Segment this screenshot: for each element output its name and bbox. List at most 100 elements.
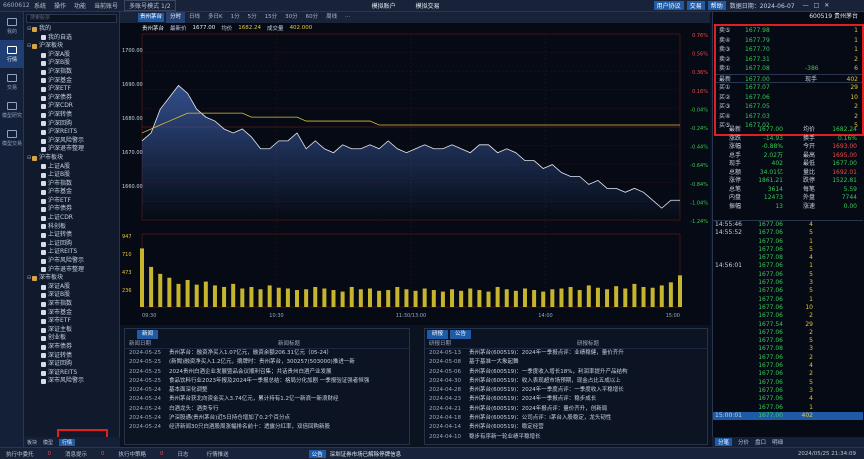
tree-item[interactable]: 上证B股 — [24, 171, 119, 180]
tab-period[interactable]: 日线 — [185, 12, 204, 23]
tree-item[interactable]: 科创板 — [24, 223, 119, 232]
tab-quote[interactable]: 行情 — [59, 438, 76, 446]
list-item[interactable]: 2024-05-25 (新聞)融资净买入1.2亿元，摘牌时：贵州茅台，300257… — [125, 358, 409, 367]
tab-period[interactable]: 30分 — [281, 12, 302, 23]
close-icon[interactable]: ✕ — [824, 2, 829, 9]
item-title[interactable]: 贵州茅台(600519)：2024年报点评：量价齐升，创新局 — [469, 405, 707, 414]
tree-item[interactable]: 沪深基金 — [24, 77, 119, 86]
help-button[interactable]: 帮助 — [707, 1, 726, 10]
tab-period[interactable]: 60分 — [302, 12, 323, 23]
item-title[interactable]: 贵州茅台(600519)：2024年一季报点评：业绩稳健，量价齐升 — [469, 349, 707, 358]
order-level[interactable]: 买④ 1677.03 2 — [716, 112, 862, 122]
item-title[interactable]: 食品饮料行业2023年报及2024年一季报总结：格局分化加剧 一季报验证强者恒强 — [169, 377, 409, 386]
tab-period[interactable]: 15分 — [261, 12, 282, 23]
tree-item[interactable]: 沪深转债 — [24, 111, 119, 120]
tree-item[interactable]: 深市ETF — [24, 317, 119, 326]
tree-item[interactable]: 深市基金 — [24, 309, 119, 318]
tick-row[interactable]: 1677.06 3 — [713, 279, 863, 287]
list-item[interactable]: 2024-05-13 贵州茅台(600519)：2024年一季报点评：业绩稳健，量… — [425, 349, 707, 358]
tab-period[interactable]: 多日K — [204, 12, 227, 23]
tab-period[interactable]: 5分 — [244, 12, 261, 23]
tick-row[interactable]: 1677.06 2 — [713, 354, 863, 362]
tick-row[interactable]: 1677.06 4 — [713, 395, 863, 403]
item-title[interactable]: 基于基准一大象起舞 — [469, 358, 707, 367]
status-msg-label[interactable]: 消息提示 — [65, 450, 87, 458]
tick-row[interactable]: 1677.06 2 — [713, 370, 863, 378]
tree-item[interactable]: 上证A股 — [24, 163, 119, 172]
tab-period[interactable]: 分时 — [166, 12, 186, 23]
tree-item[interactable]: 沪市债券 — [24, 205, 119, 214]
item-title[interactable]: 稳步有序新一轮业绩平稳增长 — [469, 433, 707, 442]
tick-row[interactable]: 1677.08 3 — [713, 345, 863, 353]
tab-quote-detail[interactable]: 明细 — [772, 438, 783, 446]
list-item[interactable]: 2024-05-24 基本面深化调整 — [125, 386, 409, 395]
sim-trade-tab[interactable]: 模拟交易 — [416, 1, 440, 10]
item-title[interactable]: 经济新闻30只白酒股周涨幅排名前十：透露分红率，双倍回购新股 — [169, 423, 409, 432]
status-orders-label[interactable]: 执行中委托 — [0, 450, 34, 458]
tick-row[interactable]: 14:55:52 1677.06 5 — [713, 229, 863, 237]
list-item[interactable]: 2024-05-24 贵州茅台获北向资金买入3.74亿元，累计持有1.2亿一新浪一… — [125, 395, 409, 404]
tick-row[interactable]: 15:00:01 1677.00 402 — [713, 411, 863, 421]
tree-item[interactable]: 沪深回购 — [24, 120, 119, 129]
item-title[interactable]: 贵州茅台(600519)：2024年一季度点评：一季度收入平稳增长 — [469, 386, 707, 395]
order-level[interactable]: 卖① 1677.08 -386 6 — [716, 64, 862, 74]
tick-row[interactable]: 1677.06 5 — [713, 246, 863, 254]
stock-name-button[interactable]: 贵州茅台 — [138, 13, 164, 22]
item-title[interactable]: (新聞)融资净买入1.2亿元，摘牌时：贵州茅台，300257(503000)推进… — [169, 358, 409, 367]
tick-row[interactable]: 1677.06 4 — [713, 362, 863, 370]
tree-item[interactable]: 上证REITS — [24, 248, 119, 257]
tab-period[interactable]: 1分 — [227, 12, 244, 23]
order-level[interactable]: 卖⑤ 1677.98 1 — [716, 26, 862, 36]
tree-item[interactable]: ⊟ 我的 — [24, 25, 119, 34]
item-title[interactable]: 白酒龙头：酒类专行 — [169, 405, 409, 414]
tree-item[interactable]: 深市指数 — [24, 300, 119, 309]
menu-function[interactable]: 功能 — [70, 1, 90, 10]
tree-item[interactable]: 沪深ETF — [24, 85, 119, 94]
announcement-tab[interactable]: 公告 — [450, 330, 472, 339]
tree-item[interactable]: 沪市指数 — [24, 180, 119, 189]
order-level[interactable]: 买① 1677.07 29 — [716, 83, 862, 93]
rail-model-trade[interactable]: 模型交易 — [0, 124, 24, 152]
order-level[interactable]: 卖② 1677.31 2 — [716, 55, 862, 65]
tick-row[interactable]: 1677.06 5 — [713, 271, 863, 279]
minimize-icon[interactable]: — — [803, 2, 809, 9]
tick-row[interactable]: 1677.06 1 — [713, 404, 863, 412]
list-item[interactable]: 2024-04-14 贵州茅台(600519)：稳定经营 — [425, 423, 707, 432]
tick-row[interactable]: 1677.06 5 — [713, 379, 863, 387]
tree-item[interactable]: 沪市风险警示 — [24, 257, 119, 266]
tree-item[interactable]: 上证转债 — [24, 231, 119, 240]
order-level[interactable]: 卖④ 1677.79 1 — [716, 36, 862, 46]
chart-area[interactable]: 1700.00 1690.00 1680.00 1670.00 1660.00 0.76%… — [120, 12, 710, 325]
tick-row[interactable]: 1677.06 5 — [713, 337, 863, 345]
list-item[interactable]: 2024-05-25 食品饮料行业2023年报及2024年一季报总结：格局分化加剧… — [125, 377, 409, 386]
tick-row[interactable]: 14:56:01 1677.06 1 — [713, 262, 863, 270]
item-title[interactable]: 贵州茅台获北向资金买入3.74亿元，累计持有1.2亿一新浪一新浪财经 — [169, 395, 409, 404]
tick-row[interactable]: 1677.06 1 — [713, 296, 863, 304]
list-item[interactable]: 2024-04-23 贵州茅台(600519)：2024年一季报点评：稳步成长 — [425, 395, 707, 404]
list-item[interactable]: 2024-05-06 贵州茅台(600519)：一季度收入增长18%，利润率提升产… — [425, 368, 707, 377]
list-item[interactable]: 2024-04-28 贵州茅台(600519)：2024年一季度点评：一季度收入平… — [425, 386, 707, 395]
menu-operate[interactable]: 操作 — [50, 1, 70, 10]
tab-quote-detail[interactable]: 分笔 — [715, 438, 733, 446]
maximize-icon[interactable]: □ — [814, 2, 820, 9]
tab-quote-detail[interactable]: 盘口 — [755, 438, 766, 446]
tree-item[interactable]: 深证主板 — [24, 326, 119, 335]
report-tab[interactable]: 研报 — [427, 330, 449, 339]
tree-item[interactable]: 沪深退市整理 — [24, 145, 119, 154]
list-item[interactable]: 2024-05-24 白酒龙头：酒类专行 — [125, 405, 409, 414]
order-level[interactable]: 买③ 1677.05 2 — [716, 102, 862, 112]
tree-item[interactable]: ⊟ 沪深板块 — [24, 42, 119, 51]
tree-item[interactable]: 沪市退市整理 — [24, 266, 119, 275]
item-title[interactable]: 贵州茅台(600519)：一季度收入增长18%，利润率提升产品结构 — [469, 368, 707, 377]
list-item[interactable]: 2024-05-24 沪深股通(贵州茅台)近5日持仓增加了0.2个百分点 — [125, 414, 409, 423]
rail-model-research[interactable]: 模型研究 — [0, 96, 24, 124]
tree-item[interactable]: 沪深REITS — [24, 128, 119, 137]
rail-my[interactable]: 我的 — [0, 12, 24, 40]
tree-item[interactable]: 沪深CDR — [24, 102, 119, 111]
tree-item[interactable]: 深证回购 — [24, 360, 119, 369]
user-agreement-button[interactable]: 用户协议 — [653, 1, 684, 10]
tree-item[interactable]: 深市风险警示 — [24, 377, 119, 386]
status-log[interactable]: 日志 — [178, 450, 189, 458]
list-item[interactable]: 2024-05-25 2024贵州白酒企业发展暨品会议顺利召集；共话贵州白酒产业发… — [125, 368, 409, 377]
rail-market[interactable]: 行情 — [0, 40, 24, 68]
